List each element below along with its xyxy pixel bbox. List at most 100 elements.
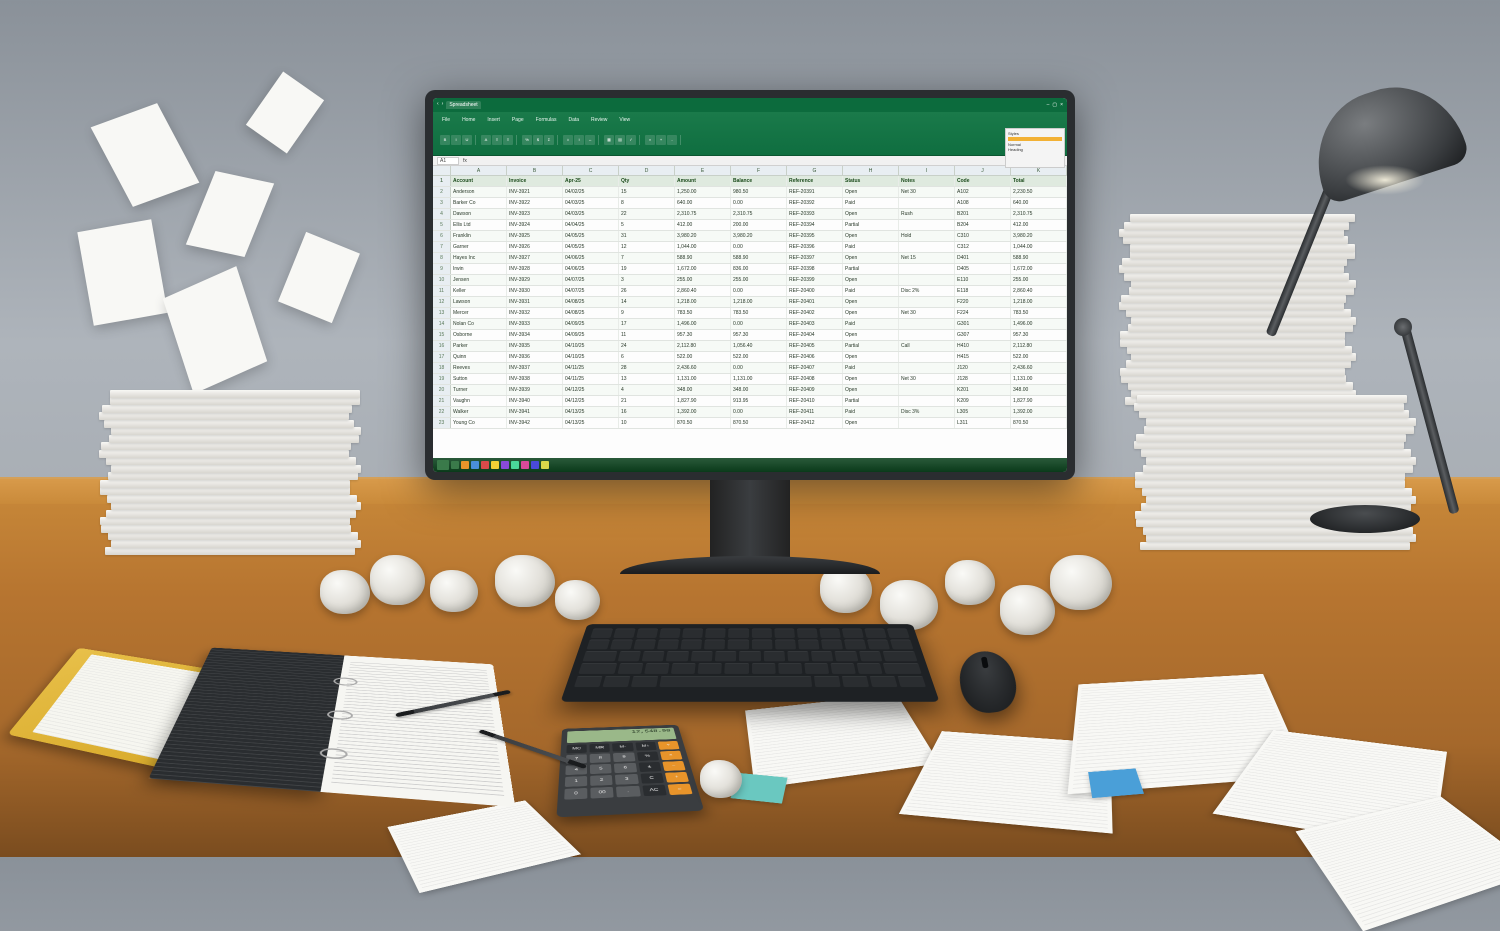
cell[interactable]: Partial [843,264,899,274]
cell[interactable]: 2,112.80 [1011,341,1067,351]
cell[interactable]: REF-20411 [787,407,843,417]
styles-panel[interactable]: Styles Normal Heading [1005,128,1065,168]
cell[interactable]: Partial [843,396,899,406]
cell[interactable]: L311 [955,418,1011,428]
keyboard-key[interactable] [819,629,841,638]
cell[interactable]: 04/07/25 [563,275,619,285]
cell[interactable]: 1,827.90 [675,396,731,406]
toolbar-button[interactable]: × [645,135,655,145]
cell[interactable]: 21 [619,396,675,406]
cell[interactable]: 1,056.40 [731,341,787,351]
keyboard-key[interactable] [883,651,918,661]
cell[interactable]: 913.95 [731,396,787,406]
cell[interactable]: J128 [955,374,1011,384]
cell[interactable]: REF-20406 [787,352,843,362]
cell[interactable]: Barker Co [451,198,507,208]
cell[interactable]: G307 [955,330,1011,340]
keyboard-key[interactable] [603,676,631,687]
keyboard-key[interactable] [798,640,820,650]
ribbon-tab[interactable]: View [616,116,633,124]
cell[interactable]: Nolan Co [451,319,507,329]
cell[interactable]: REF-20407 [787,363,843,373]
cell[interactable]: Account [451,176,507,186]
cell[interactable]: F220 [955,297,1011,307]
cell[interactable]: 0.00 [731,407,787,417]
toolbar-button[interactable]: - [667,135,677,145]
cell[interactable]: F224 [955,308,1011,318]
monitor-screen[interactable]: ‹ › Spreadsheet – ▢ × FileHomeInsertPage… [433,98,1067,472]
calculator-key[interactable]: ± [638,762,661,772]
cell[interactable]: Open [843,385,899,395]
table-row[interactable]: 21VaughnINV-394004/12/25211,827.90913.95… [433,396,1067,407]
cell[interactable]: INV-3931 [507,297,563,307]
cell[interactable]: Anderson [451,187,507,197]
keyboard-key[interactable] [883,663,921,674]
cell[interactable]: Parker [451,341,507,351]
keyboard-key[interactable] [644,663,669,674]
cell[interactable]: 13 [619,374,675,384]
cell[interactable]: D401 [955,253,1011,263]
ribbon-tab[interactable]: Formulas [533,116,560,124]
row-number[interactable]: 7 [433,242,451,252]
cell[interactable]: 588.90 [675,253,731,263]
cell[interactable]: Code [955,176,1011,186]
row-number[interactable]: 16 [433,341,451,351]
keyboard-key[interactable] [728,640,749,650]
cell[interactable]: 2,860.40 [675,286,731,296]
table-row[interactable]: 18ReevesINV-393704/11/25282,436.600.00RE… [433,363,1067,374]
keyboard-key[interactable] [844,640,867,650]
cell[interactable]: INV-3936 [507,352,563,362]
calculator-key[interactable]: 1 [565,776,588,787]
cell[interactable]: Reference [787,176,843,186]
cell[interactable]: Open [843,418,899,428]
table-row[interactable]: 16ParkerINV-393504/10/25242,112.801,056.… [433,341,1067,352]
cell[interactable]: Rush [899,209,955,219]
cell[interactable]: 348.00 [675,385,731,395]
keyboard-key[interactable] [890,640,913,650]
cell[interactable] [899,352,955,362]
cell[interactable]: 522.00 [1011,352,1067,362]
cell[interactable]: A108 [955,198,1011,208]
cell[interactable]: REF-20404 [787,330,843,340]
cell[interactable]: REF-20394 [787,220,843,230]
cell[interactable]: Amount [675,176,731,186]
calculator-key[interactable]: % [637,752,659,762]
keyboard-key[interactable] [617,663,643,674]
cell[interactable] [899,363,955,373]
cell[interactable]: INV-3934 [507,330,563,340]
keyboard-key[interactable] [631,676,658,687]
cell[interactable] [899,275,955,285]
cell[interactable]: 1,250.00 [675,187,731,197]
cell[interactable]: 04/03/25 [563,198,619,208]
table-row[interactable]: 4DawsonINV-392304/03/25222,310.752,310.7… [433,209,1067,220]
keyboard-key[interactable] [830,663,855,674]
cell[interactable]: Keller [451,286,507,296]
cell[interactable] [899,396,955,406]
toolbar-button[interactable]: $ [533,135,543,145]
keyboard-key[interactable] [751,640,772,650]
table-row[interactable]: 23Young CoINV-394204/13/2510870.50870.50… [433,418,1067,429]
cell[interactable]: INV-3924 [507,220,563,230]
cell[interactable]: 2,310.75 [731,209,787,219]
taskbar-app-icon[interactable] [481,461,489,469]
cell[interactable]: 15 [619,187,675,197]
calculator-key[interactable]: 0 [564,788,587,800]
keyboard-key[interactable] [778,663,802,674]
cell[interactable]: 870.50 [731,418,787,428]
table-row[interactable]: 14Nolan CoINV-393304/09/25171,496.000.00… [433,319,1067,330]
calculator-key[interactable]: MC [566,744,587,753]
cell[interactable]: 1,672.00 [1011,264,1067,274]
table-row[interactable]: 1AccountInvoiceApr-25QtyAmountBalanceRef… [433,176,1067,187]
row-number[interactable]: 20 [433,385,451,395]
column-header[interactable]: F [731,166,787,175]
table-row[interactable]: 3Barker CoINV-392204/03/258640.000.00REF… [433,198,1067,209]
cell[interactable]: Open [843,187,899,197]
row-number[interactable]: 15 [433,330,451,340]
keyboard-key[interactable] [787,651,809,661]
cell[interactable]: Reeves [451,363,507,373]
cell[interactable]: Sutton [451,374,507,384]
keyboard-key[interactable] [857,663,883,674]
cell[interactable]: A102 [955,187,1011,197]
column-header[interactable]: J [955,166,1011,175]
cell[interactable]: Walker [451,407,507,417]
